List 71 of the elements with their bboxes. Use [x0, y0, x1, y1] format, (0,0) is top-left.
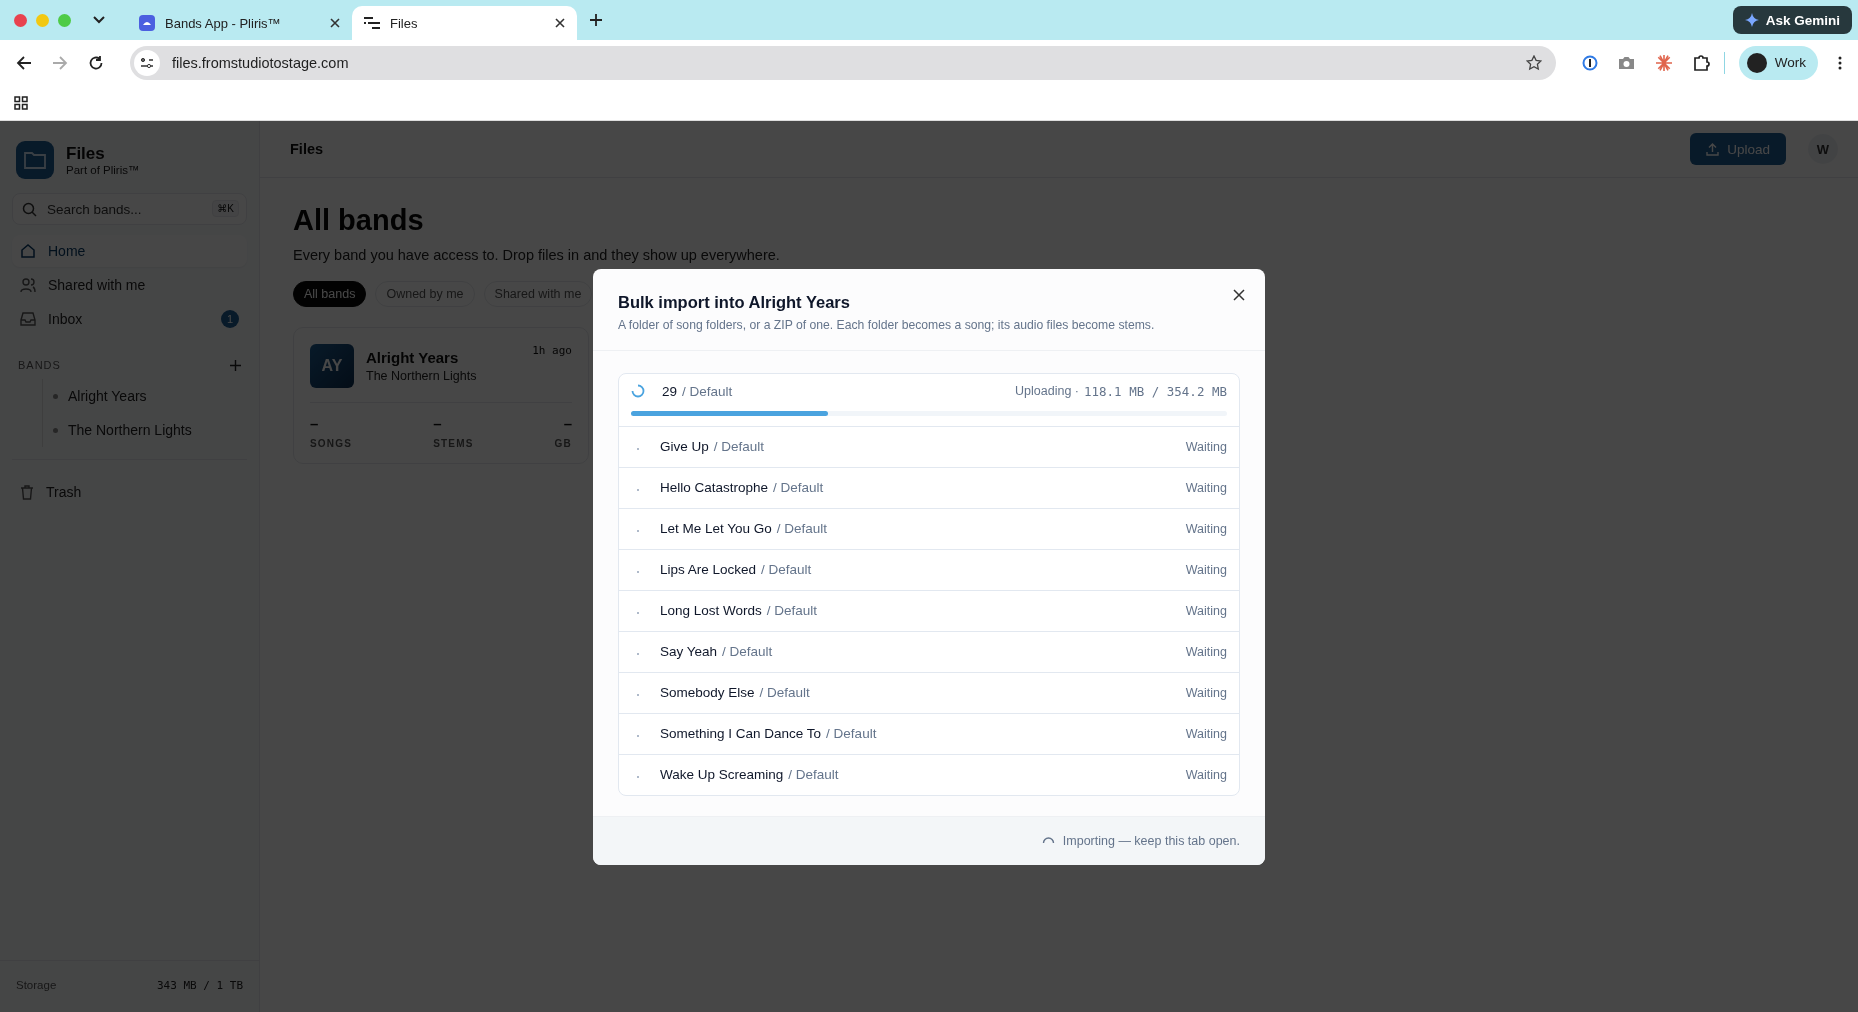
item-status: Waiting: [1185, 521, 1227, 536]
item-status: Waiting: [1185, 480, 1227, 495]
sparkle-icon: [1744, 13, 1759, 27]
close-icon[interactable]: [1233, 288, 1245, 301]
item-status: Waiting: [1185, 685, 1227, 700]
stat-value: –: [433, 415, 443, 432]
close-window-button[interactable]: [14, 13, 27, 27]
address-bar[interactable]: files.fromstudiotostage.com: [130, 45, 1556, 80]
preset-label: / Default: [773, 480, 824, 495]
stat-value: –: [310, 415, 320, 432]
preset-label: / Default: [761, 562, 812, 577]
page-title: All bands: [293, 204, 425, 237]
back-icon[interactable]: [16, 54, 32, 71]
close-icon[interactable]: [555, 18, 565, 28]
preset-label: / Default: [826, 726, 877, 741]
page-subtitle: Every band you have access to. Drop files in and they show up everywhere.: [293, 247, 781, 263]
browser-tab[interactable]: Files: [352, 6, 577, 40]
item-status: Waiting: [1185, 644, 1227, 659]
preset-label: / Default: [682, 383, 733, 399]
apps-grid-icon[interactable]: [14, 95, 28, 110]
song-name: Wake Up Screaming: [660, 767, 784, 782]
preset-label: / Default: [776, 521, 828, 536]
song-name: Something I Can Dance To: [660, 726, 822, 741]
lines-icon: [364, 16, 380, 30]
preset-label: / Default: [722, 644, 773, 659]
plus-icon[interactable]: [589, 13, 603, 27]
spinner-icon: [631, 384, 645, 398]
song-name: 29: [662, 383, 678, 399]
song-name: Lips Are Locked: [660, 562, 757, 577]
sunburst-icon[interactable]: [1654, 53, 1673, 72]
preset-label: / Default: [713, 439, 765, 454]
item-status: Waiting: [1185, 767, 1227, 782]
camera-icon[interactable]: [1617, 55, 1635, 70]
preset-label: / Default: [759, 685, 810, 700]
chevron-down-icon[interactable]: [93, 16, 105, 24]
puzzle-icon[interactable]: [1692, 54, 1710, 71]
song-name: Give Up: [660, 439, 709, 454]
profile-button[interactable]: Work: [1738, 45, 1818, 80]
stat-value: –: [563, 415, 572, 432]
upload-status: Uploading ·: [1015, 384, 1079, 398]
password-icon[interactable]: [1581, 54, 1598, 71]
app-subtitle: Part of Pliris™: [66, 164, 140, 176]
dialog-description: A folder of song folders, or a ZIP of one. Each folder becomes a song; its audio files become stems.: [618, 317, 1156, 332]
import-status: Importing — keep this tab open.: [1062, 833, 1240, 848]
song-name: Somebody Else: [660, 685, 755, 700]
preset-label: / Default: [766, 603, 818, 618]
header-title: Files: [290, 141, 324, 157]
browser-tab[interactable]: Bands App - Pliris™: [127, 6, 352, 40]
dialog-title: Bulk import into Alright Years: [618, 292, 851, 312]
app-name: Files: [66, 144, 106, 164]
song-name: Say Yeah: [660, 644, 718, 659]
item-status: Waiting: [1185, 562, 1227, 577]
storage-value: 343 MB / 1 TB: [156, 979, 243, 992]
band-subtitle: The Northern Lights: [366, 369, 478, 383]
band-name: Alright Years: [366, 349, 460, 366]
app-icon: [139, 15, 155, 31]
site-settings-icon[interactable]: [134, 49, 160, 76]
item-status: Waiting: [1185, 726, 1227, 741]
timestamp: 1h ago: [532, 344, 572, 357]
preset-label: / Default: [788, 767, 839, 782]
more-icon[interactable]: [1838, 55, 1842, 70]
song-name: Let Me Let You Go: [660, 521, 772, 536]
song-name: Long Lost Words: [660, 603, 762, 618]
ask-gemini-button[interactable]: Ask Gemini: [1732, 6, 1852, 34]
close-icon[interactable]: [330, 18, 340, 28]
reload-icon[interactable]: [88, 54, 104, 71]
song-name: Hello Catastrophe: [660, 480, 769, 495]
star-icon[interactable]: [1525, 54, 1542, 71]
item-status: Waiting: [1185, 439, 1227, 454]
upload-progress-text: 118.1 MB / 354.2 MB: [1084, 383, 1227, 399]
item-status: Waiting: [1185, 603, 1227, 618]
